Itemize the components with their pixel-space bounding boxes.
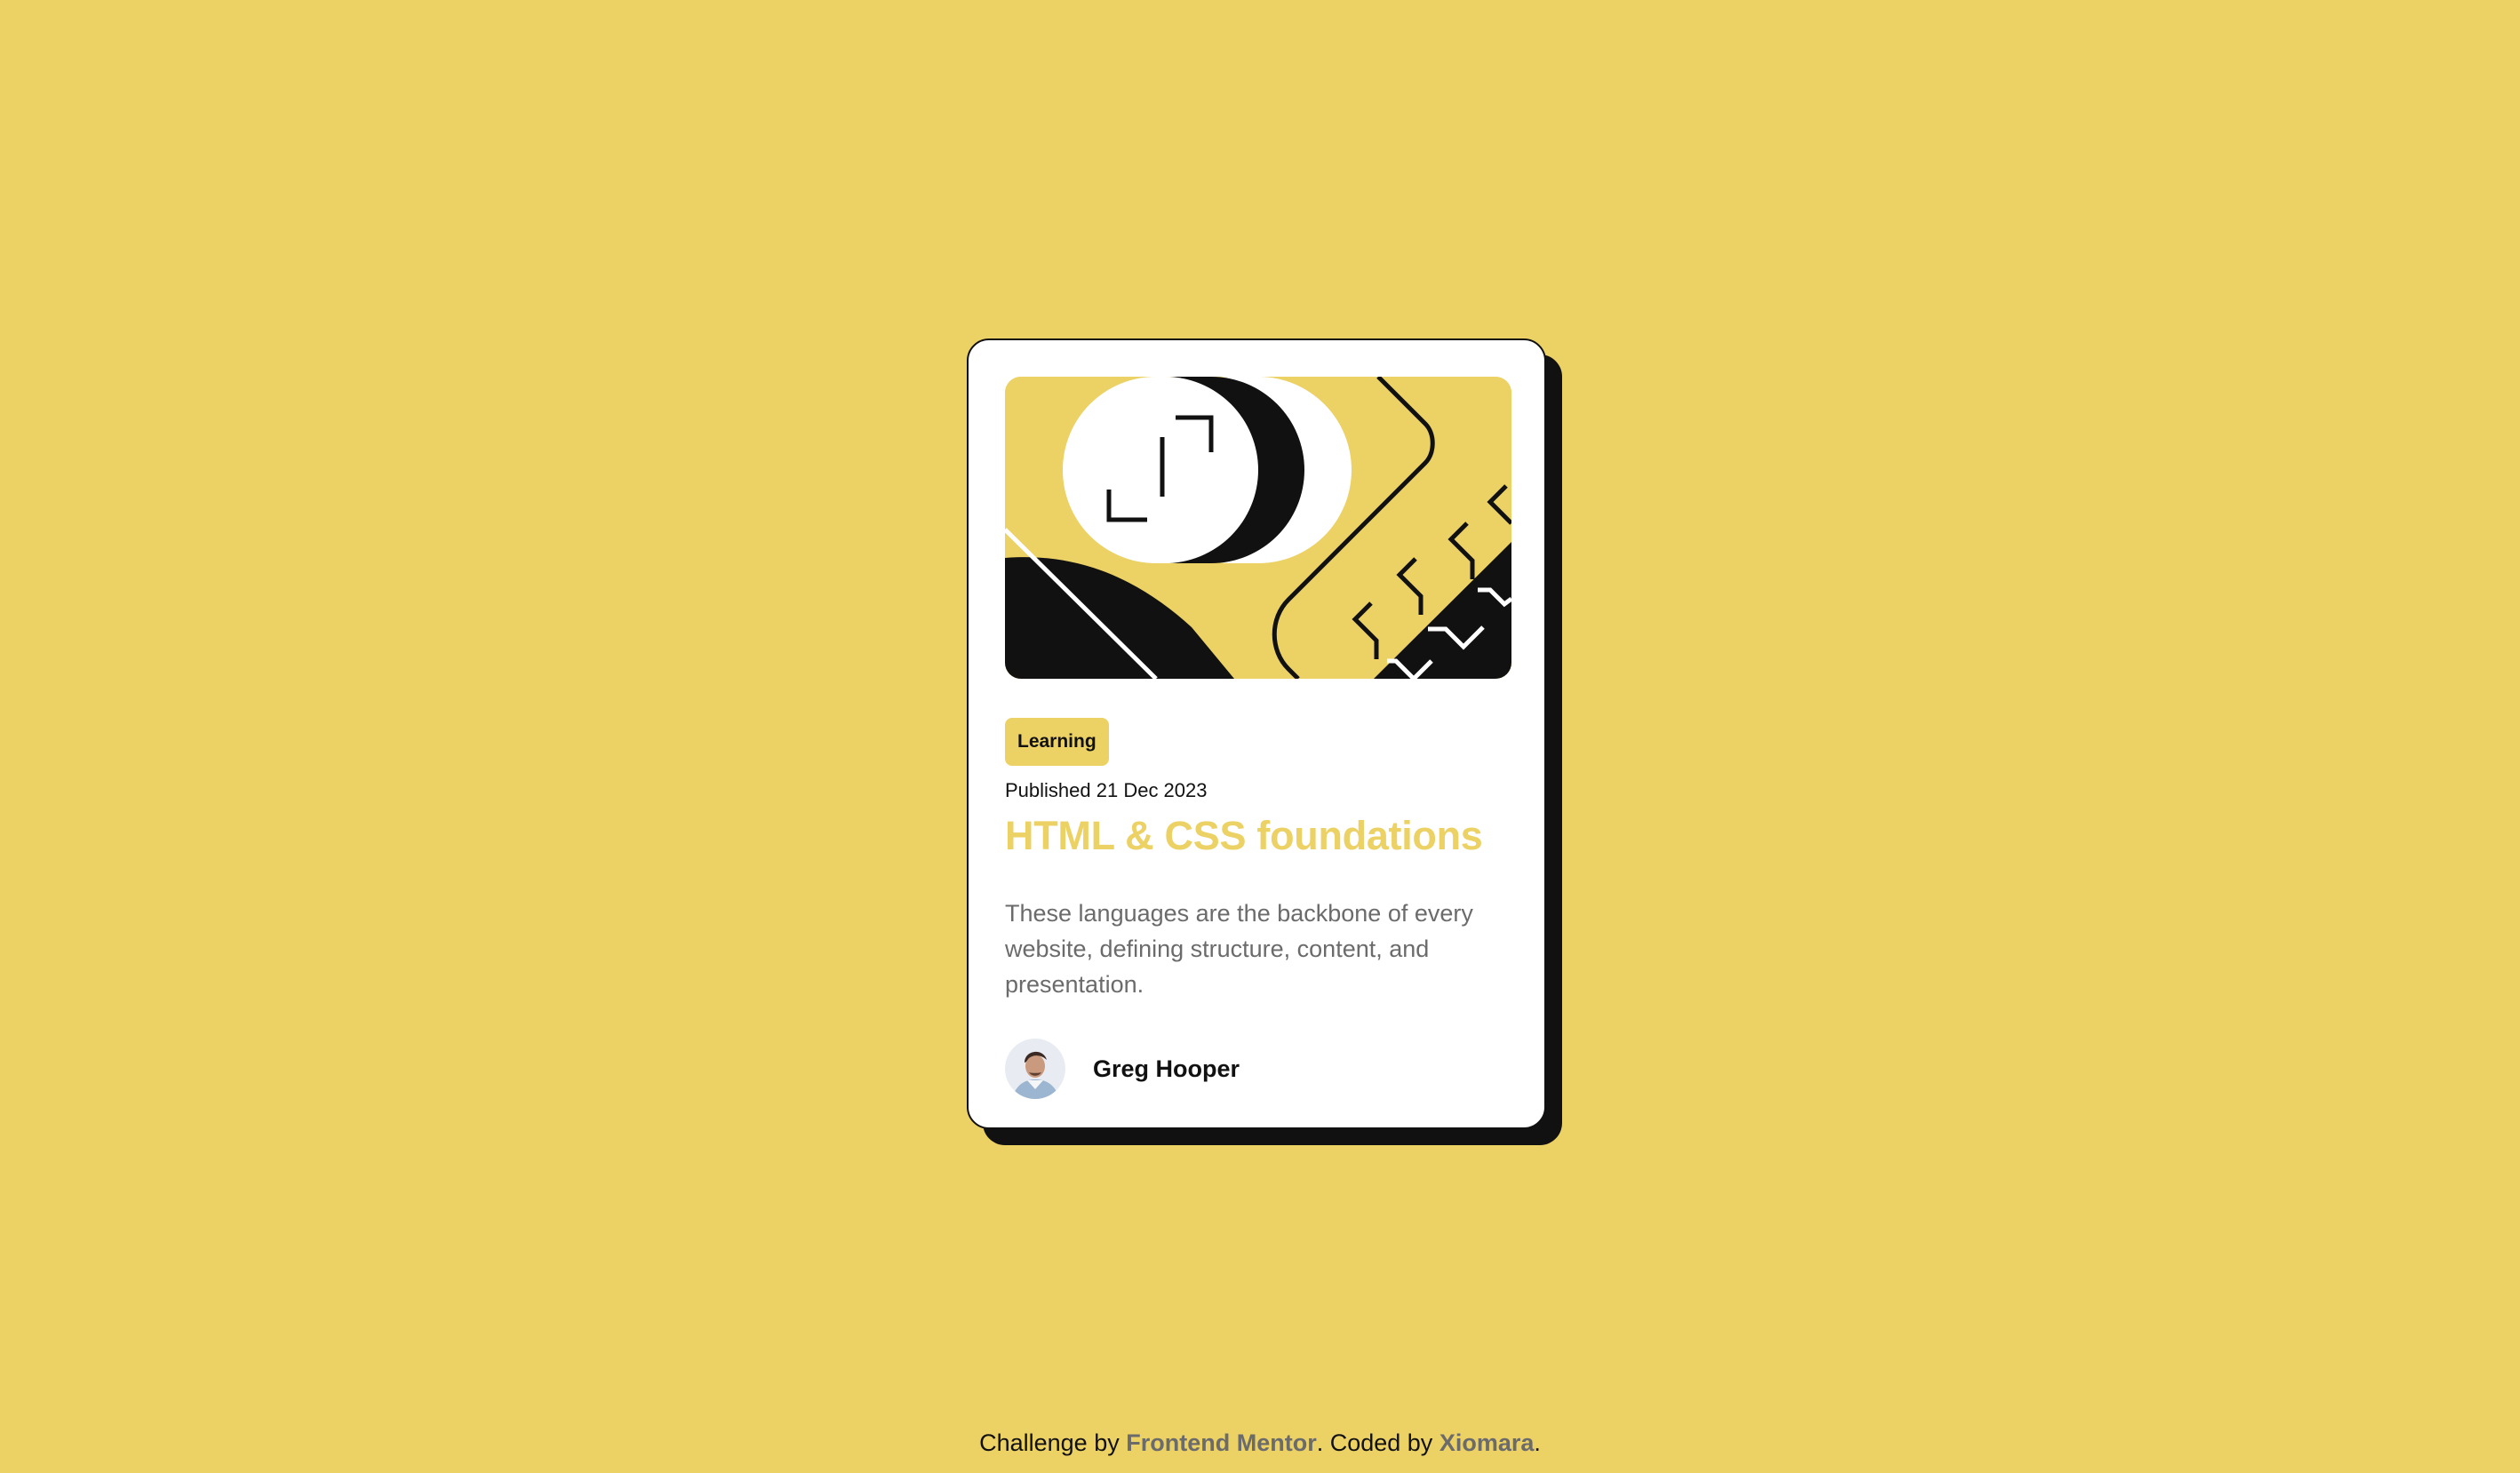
avatar-portrait [1005, 1039, 1065, 1099]
blog-illustration [1005, 377, 1511, 679]
category-tag: Learning [1005, 718, 1109, 766]
published-date: Published 21 Dec 2023 [1005, 779, 1208, 801]
attribution-prefix: Challenge by [979, 1429, 1127, 1456]
attribution-middle: . Coded by [1316, 1429, 1439, 1456]
illustration-artwork [1005, 377, 1511, 679]
attribution-footer: Challenge by Frontend Mentor. Coded by X… [0, 1421, 2520, 1464]
author: Greg Hooper [1005, 1039, 1240, 1099]
frontend-mentor-link[interactable]: Frontend Mentor [1126, 1429, 1316, 1456]
attribution-suffix: . [1534, 1429, 1541, 1456]
author-avatar [1005, 1039, 1065, 1099]
article-description: These languages are the backbone of ever… [1005, 900, 1473, 998]
author-name: Greg Hooper [1093, 1055, 1240, 1082]
author-link[interactable]: Xiomara [1439, 1429, 1535, 1456]
article-title[interactable]: HTML & CSS foundations [1005, 807, 1483, 865]
blog-preview-card: Learning Published 21 Dec 2023 HTML & CS… [967, 338, 1546, 1129]
